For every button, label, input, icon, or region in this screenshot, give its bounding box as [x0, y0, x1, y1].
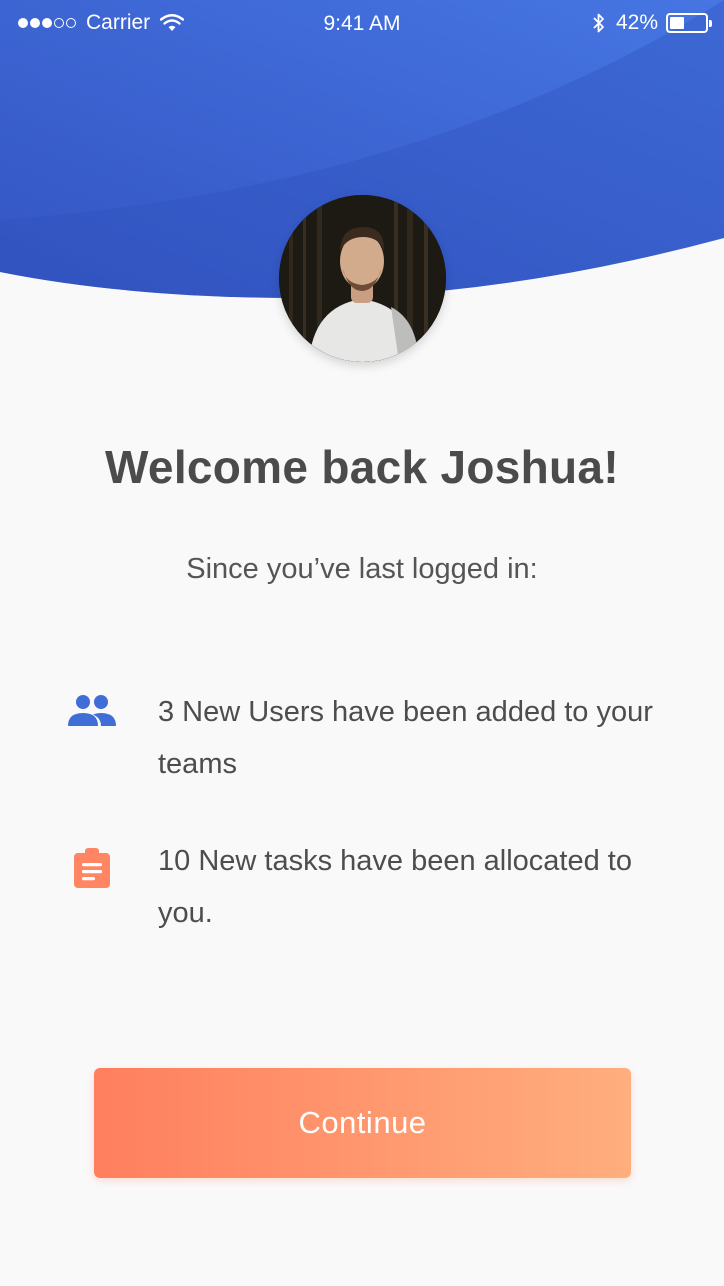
status-right: 42% [592, 11, 712, 35]
update-text-new-tasks: 10 New tasks have been allocated to you. [158, 845, 632, 929]
clipboard-icon [74, 848, 110, 888]
update-text-new-users: 3 New Users have been added to your team… [158, 696, 653, 780]
welcome-title: Welcome back Joshua! [105, 441, 619, 493]
continue-button[interactable]: Continue [94, 1068, 631, 1178]
avatar-photo [279, 195, 446, 362]
people-icon [68, 695, 116, 726]
bluetooth-icon [593, 13, 604, 33]
welcome-subtitle: Since you’ve last logged in: [186, 553, 538, 585]
battery-level [670, 17, 685, 29]
battery-percent: 42% [615, 11, 658, 34]
status-bar: Carrier 9:41 AM 42% [0, 0, 724, 48]
avatar [279, 195, 446, 362]
welcome-screen: Carrier 9:41 AM 42% Welcome back Joshua!… [0, 0, 724, 1286]
battery-icon [666, 13, 712, 33]
